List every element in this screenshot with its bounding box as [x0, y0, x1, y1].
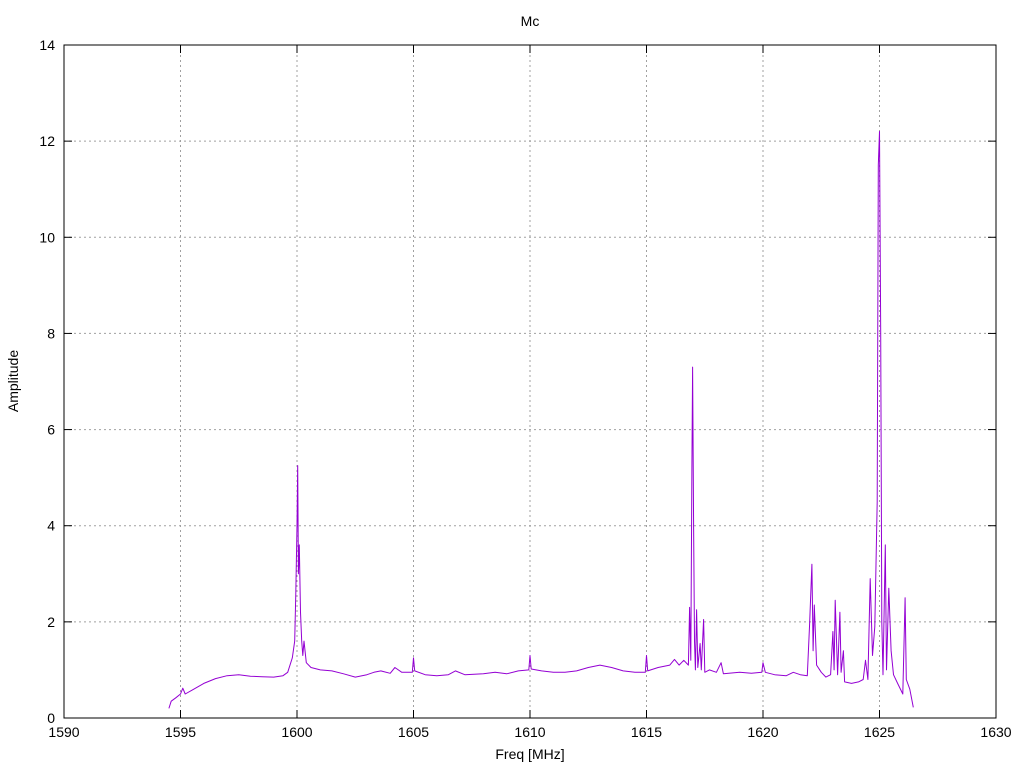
x-tick-label: 1605 — [398, 724, 429, 740]
grid — [64, 45, 996, 718]
x-tick-label: 1625 — [864, 724, 895, 740]
y-tick-label: 8 — [47, 325, 55, 341]
y-tick-label: 6 — [47, 422, 55, 438]
y-tick-label: 2 — [47, 614, 55, 630]
x-tick-label: 1595 — [165, 724, 196, 740]
y-axis-label: Amplitude — [5, 350, 21, 412]
x-tick-label: 1610 — [514, 724, 545, 740]
y-tick-label: 10 — [39, 229, 55, 245]
x-tick-label: 1590 — [48, 724, 79, 740]
y-tick-label: 0 — [47, 710, 55, 726]
chart-title: Mc — [521, 13, 540, 29]
x-tick-label: 1615 — [631, 724, 662, 740]
x-axis-label: Freq [MHz] — [495, 746, 564, 762]
tick-labels: 1590 1595 1600 1605 1610 1615 1620 1625 1630 0 2 4 6… — [39, 37, 1011, 740]
y-tick-label: 12 — [39, 133, 55, 149]
chart: 1590 1595 1600 1605 1610 1615 1620 1625 1630 0 2 4 6… — [5, 13, 1012, 762]
y-tick-label: 4 — [47, 518, 55, 534]
x-tick-label: 1630 — [980, 724, 1011, 740]
y-tick-label: 14 — [39, 37, 55, 53]
x-tick-label: 1600 — [281, 724, 312, 740]
x-tick-label: 1620 — [747, 724, 778, 740]
